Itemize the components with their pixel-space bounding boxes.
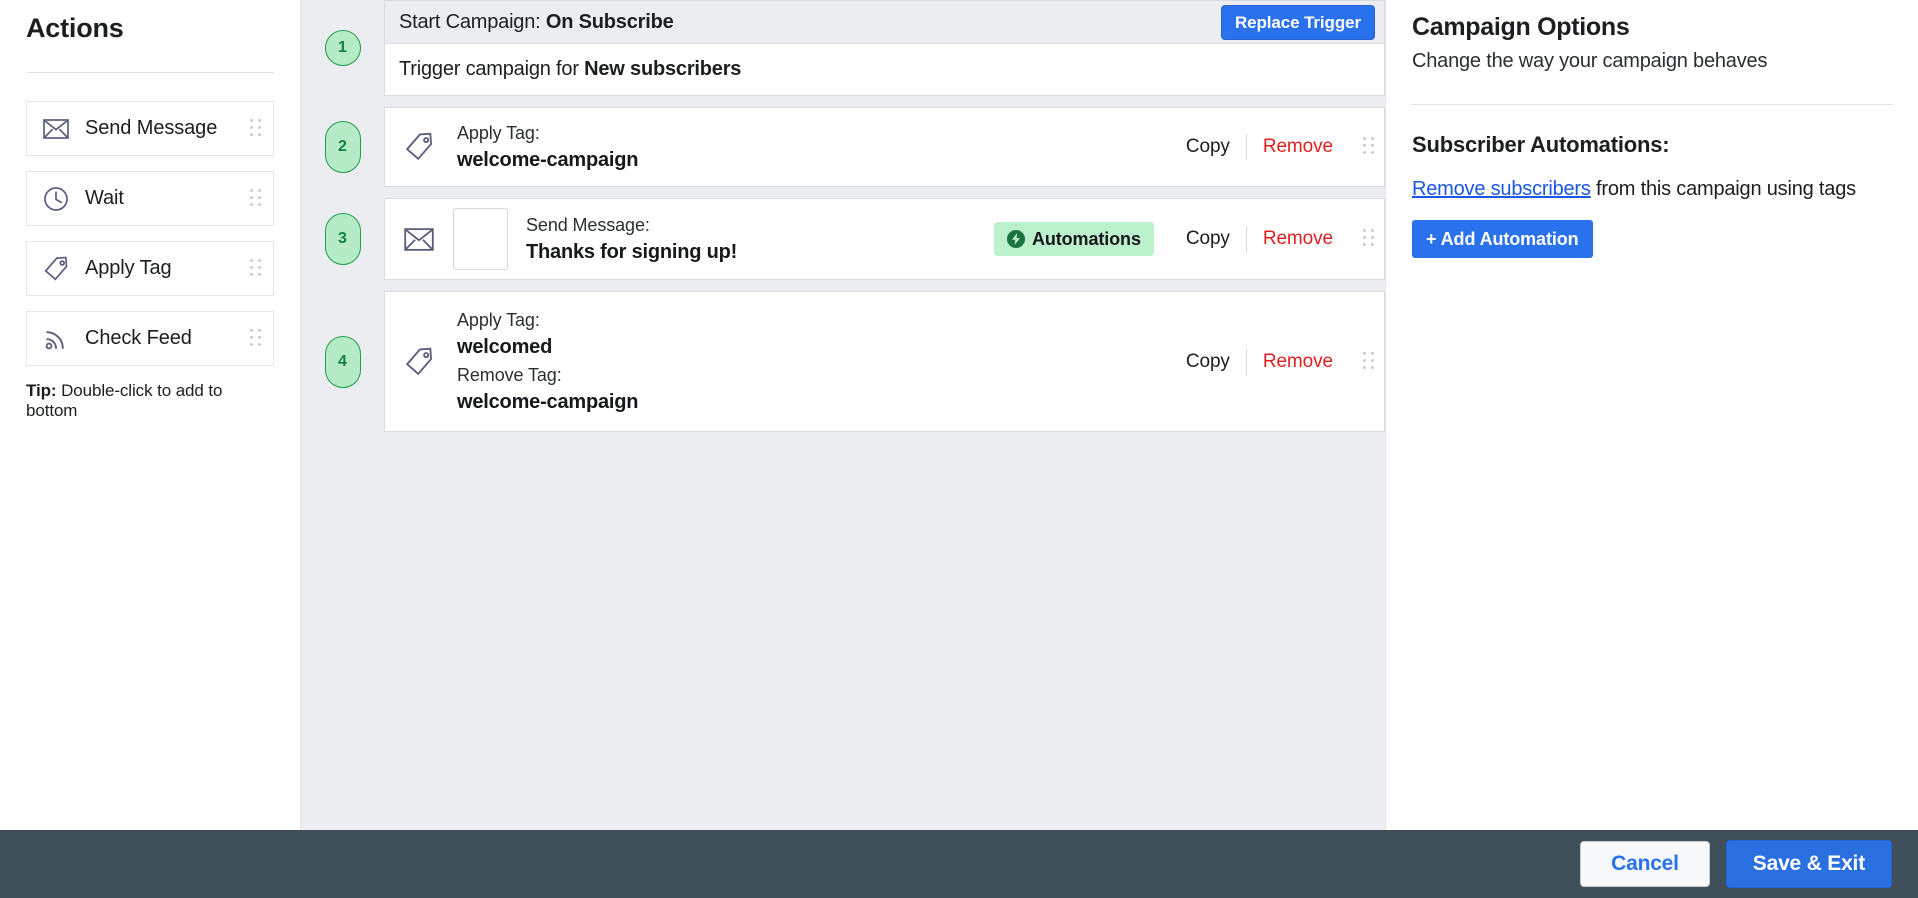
main-content-area: Actions Send Message Wait Apply Tag Chec… (0, 0, 1918, 830)
card-label: Send Message: (526, 214, 650, 235)
campaign-builder-app: Actions Send Message Wait Apply Tag Chec… (0, 0, 1918, 898)
footer-bar: Cancel Save & Exit (0, 830, 1918, 898)
card-value-secondary: welcome-campaign (457, 390, 639, 413)
campaign-options-panel: Campaign Options Change the way your cam… (1385, 0, 1918, 830)
card-text-block: Send Message: Thanks for signing up! (508, 212, 994, 266)
card-label: Apply Tag: (457, 310, 540, 331)
card-text-block: Apply Tag: welcome-campaign (439, 120, 1170, 174)
trigger-body-value: New subscribers (584, 58, 742, 80)
email-preview-thumbnail[interactable] (453, 208, 508, 270)
clock-icon (39, 184, 73, 214)
sidebar-title: Actions (26, 13, 124, 43)
campaign-step-1: 1 Start Campaign: On Subscribe Replace T… (301, 0, 1385, 96)
action-label: Send Message (85, 117, 218, 139)
actions-sidebar: Actions Send Message Wait Apply Tag Chec… (0, 0, 301, 830)
add-automation-button[interactable]: + Add Automation (1412, 220, 1593, 258)
step-number-badge: 2 (324, 121, 361, 173)
drag-handle-icon[interactable] (1354, 292, 1384, 431)
apply-tag-card[interactable]: Apply Tag: welcome-campaign Copy Remove (384, 107, 1385, 187)
remove-button[interactable]: Remove (1247, 136, 1348, 158)
step-badge-column: 4 (301, 291, 384, 432)
envelope-icon (39, 114, 73, 144)
card-label-secondary: Remove Tag: (457, 364, 562, 385)
drag-handle-icon[interactable] (249, 258, 263, 280)
card-actions: Copy Remove (1170, 348, 1354, 375)
trigger-card-body: Trigger campaign for New subscribers (385, 44, 1384, 95)
save-and-exit-button[interactable]: Save & Exit (1725, 839, 1892, 889)
send-message-card[interactable]: Send Message: Thanks for signing up! Aut… (384, 198, 1385, 280)
rss-feed-icon (39, 324, 73, 354)
automations-badge[interactable]: Automations (993, 222, 1154, 256)
card-value: welcomed (457, 336, 553, 359)
tag-icon (399, 132, 439, 162)
remove-subscribers-line-rest: from this campaign using tags (1590, 178, 1856, 200)
sidebar-tip: Tip: Double-click to add to bottom (26, 381, 274, 421)
card-row: Apply Tag: welcome-campaign Copy Remove (385, 108, 1384, 186)
lightning-bolt-icon (1006, 230, 1025, 248)
action-item-send-message[interactable]: Send Message (26, 101, 274, 156)
trigger-header-text: Start Campaign: On Subscribe (399, 11, 1221, 34)
drag-handle-icon[interactable] (249, 118, 263, 140)
tag-icon (39, 254, 73, 284)
card-actions: Copy Remove (1170, 134, 1354, 160)
campaign-step-3: 3 Send Message: Thanks for signing up! A… (301, 198, 1385, 280)
trigger-header-label: Start Campaign: (399, 10, 541, 33)
card-value: welcome-campaign (457, 148, 639, 171)
copy-button[interactable]: Copy (1170, 228, 1246, 250)
campaign-step-4: 4 Apply Tag: welcomed Remove Tag: welcom… (301, 291, 1385, 432)
sidebar-tip-text: Double-click to add to bottom (26, 381, 223, 420)
copy-button[interactable]: Copy (1170, 351, 1246, 373)
trigger-card[interactable]: Start Campaign: On Subscribe Replace Tri… (384, 0, 1385, 96)
trigger-card-header: Start Campaign: On Subscribe Replace Tri… (385, 1, 1384, 44)
drag-handle-dots (1362, 136, 1376, 158)
drag-handle-icon[interactable] (1354, 199, 1384, 279)
card-row: Send Message: Thanks for signing up! Aut… (385, 199, 1384, 279)
trigger-header-value: On Subscribe (545, 10, 674, 33)
envelope-icon (399, 227, 439, 251)
card-label: Apply Tag: (457, 122, 540, 143)
card-row: Apply Tag: welcomed Remove Tag: welcome-… (385, 292, 1384, 431)
campaign-options-title: Campaign Options (1412, 13, 1630, 41)
panel-divider (1412, 104, 1892, 105)
card-value: Thanks for signing up! (526, 240, 738, 263)
drag-handle-icon[interactable] (1354, 108, 1384, 186)
subscriber-automations-line: Remove subscribers from this campaign us… (1412, 178, 1892, 201)
step-badge-column: 3 (301, 198, 384, 280)
replace-trigger-button[interactable]: Replace Trigger (1220, 4, 1375, 40)
cancel-button[interactable]: Cancel (1580, 840, 1710, 888)
sidebar-divider (26, 72, 274, 73)
step-number-badge: 4 (324, 335, 361, 388)
tag-icon (399, 347, 439, 377)
automations-badge-label: Automations (1031, 229, 1141, 249)
drag-handle-dots (1362, 351, 1376, 373)
step-number-badge: 3 (324, 213, 361, 265)
tag-pair-card[interactable]: Apply Tag: welcomed Remove Tag: welcome-… (384, 291, 1385, 432)
campaign-options-subtitle: Change the way your campaign behaves (1412, 50, 1768, 72)
action-item-wait[interactable]: Wait (26, 171, 274, 226)
action-label: Apply Tag (85, 257, 172, 279)
copy-button[interactable]: Copy (1170, 136, 1246, 158)
campaign-canvas: 1 Start Campaign: On Subscribe Replace T… (301, 0, 1385, 830)
action-label: Check Feed (85, 327, 192, 349)
step-number-badge: 1 (324, 30, 361, 66)
remove-button[interactable]: Remove (1247, 228, 1348, 250)
remove-button[interactable]: Remove (1247, 351, 1348, 373)
drag-handle-icon[interactable] (249, 188, 263, 210)
trigger-body-label: Trigger campaign for (399, 58, 579, 80)
step-badge-column: 2 (301, 107, 384, 187)
action-item-apply-tag[interactable]: Apply Tag (26, 241, 274, 296)
action-item-check-feed[interactable]: Check Feed (26, 311, 274, 366)
card-actions: Automations Copy Remove (993, 222, 1354, 256)
drag-handle-icon[interactable] (249, 328, 263, 350)
remove-subscribers-link[interactable]: Remove subscribers (1412, 178, 1591, 200)
step-badge-column: 1 (301, 0, 384, 96)
sidebar-tip-prefix: Tip: (26, 381, 57, 400)
card-text-block: Apply Tag: welcomed Remove Tag: welcome-… (439, 307, 1170, 416)
subscriber-automations-title: Subscriber Automations: (1412, 132, 1670, 157)
campaign-steps-list: 1 Start Campaign: On Subscribe Replace T… (301, 0, 1385, 432)
campaign-step-2: 2 Apply Tag: welcome-campaign Copy Remov… (301, 107, 1385, 187)
drag-handle-dots (1362, 228, 1376, 250)
action-label: Wait (85, 187, 124, 209)
